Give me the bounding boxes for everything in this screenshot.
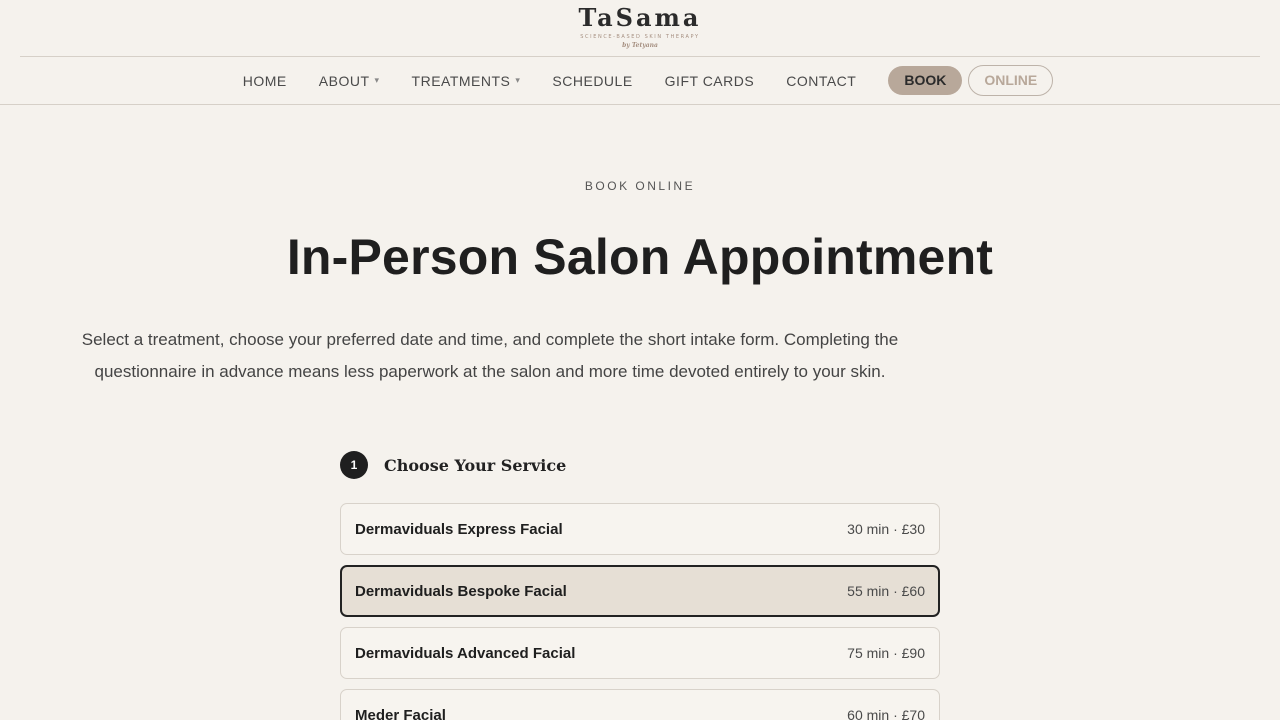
step-header: 1 Choose Your Service <box>340 451 566 479</box>
brand-name: TaSama <box>578 3 702 32</box>
intro-text: Select a treatment, choose your preferre… <box>81 330 899 381</box>
nav-gift-cards[interactable]: GIFT CARDS <box>665 73 755 89</box>
book-button[interactable]: BOOK <box>888 66 963 95</box>
service-list: Dermaviduals Express Facial 30 min · £30… <box>340 503 940 720</box>
service-option[interactable]: Dermaviduals Advanced Facial 75 min · £9… <box>340 627 940 679</box>
main-nav: HOME ABOUT ▾ TREATMENTS ▾ SCHEDULE GIFT … <box>0 65 1280 96</box>
nav-about-label: ABOUT <box>318 72 370 89</box>
brand-tagline: SCIENCE-BASED SKIN THERAPY <box>580 34 700 40</box>
nav-divider <box>0 104 1280 105</box>
service-duration-price: 30 min · £30 <box>847 521 925 537</box>
nav-treatments[interactable]: TREATMENTS ▾ <box>412 73 521 89</box>
service-option[interactable]: Meder Facial 60 min · £70 <box>340 689 940 720</box>
chevron-down-icon: ▾ <box>374 75 380 85</box>
service-duration-price: 60 min · £70 <box>847 707 925 720</box>
brand-logo[interactable]: TaSama SCIENCE-BASED SKIN THERAPY by Tet… <box>0 4 1280 50</box>
chevron-down-icon: ▾ <box>515 75 521 85</box>
nav-home[interactable]: HOME <box>243 73 287 89</box>
header-divider <box>20 56 1260 57</box>
service-name: Meder Facial <box>355 706 446 720</box>
service-name: Dermaviduals Bespoke Facial <box>355 582 567 600</box>
nav-contact[interactable]: CONTACT <box>786 73 856 89</box>
brand-byline: by Tetyana <box>622 42 658 49</box>
section-eyebrow: BOOK ONLINE <box>584 179 696 193</box>
step-number-badge: 1 <box>340 451 368 479</box>
nav-about[interactable]: ABOUT ▾ <box>319 73 380 89</box>
nav-treatments-label: TREATMENTS <box>411 72 511 89</box>
online-button[interactable]: ONLINE <box>968 65 1054 96</box>
page-title: In-Person Salon Appointment <box>286 229 994 285</box>
service-name: Dermaviduals Advanced Facial <box>355 644 576 662</box>
service-duration-price: 55 min · £60 <box>847 583 925 599</box>
service-option[interactable]: Dermaviduals Bespoke Facial 55 min · £60 <box>340 565 940 617</box>
service-duration-price: 75 min · £90 <box>847 645 925 661</box>
service-option[interactable]: Dermaviduals Express Facial 30 min · £30 <box>340 503 940 555</box>
service-name: Dermaviduals Express Facial <box>355 520 563 538</box>
step-title: Choose Your Service <box>384 455 567 475</box>
nav-schedule[interactable]: SCHEDULE <box>552 73 632 89</box>
